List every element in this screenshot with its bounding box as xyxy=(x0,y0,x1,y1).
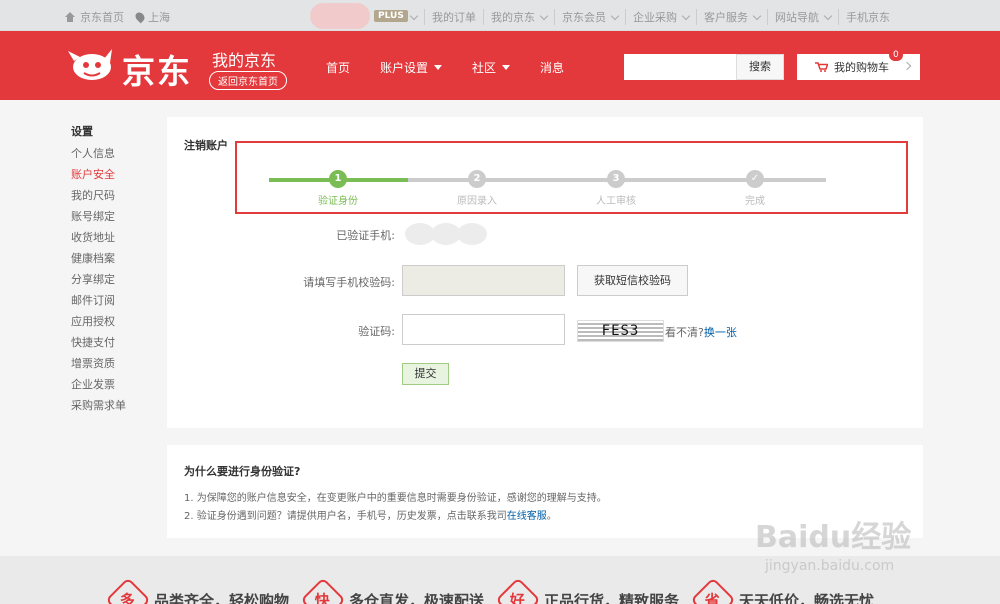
link-my-orders[interactable]: 我的订单 xyxy=(424,9,483,25)
captcha-image[interactable]: FES3 xyxy=(577,320,664,342)
sidebar-item-purchase-request[interactable]: 采购需求单 xyxy=(71,399,161,420)
link-enterprise[interactable]: 企业采购 xyxy=(625,9,696,25)
promo-icon: 省 xyxy=(690,577,736,604)
step-verify-identity: 1 验证身份 xyxy=(298,170,378,207)
chevron-down-icon xyxy=(823,11,833,20)
promo-item: 好 正品行货，精致服务 xyxy=(495,577,679,604)
jd-dog-logo-icon[interactable] xyxy=(66,47,116,85)
sidebar-item-company-invoice[interactable]: 企业发票 xyxy=(71,378,161,399)
promo-item: 多 品类齐全，轻松购物 xyxy=(105,577,289,604)
search-button[interactable]: 搜索 xyxy=(736,54,784,80)
sidebar-item-account-security[interactable]: 账户安全 xyxy=(71,168,161,189)
plus-badge[interactable]: PLUS xyxy=(374,10,408,22)
sidebar-item-share-binding[interactable]: 分享绑定 xyxy=(71,273,161,294)
header: 京东 我的京东 返回京东首页 首页 账户设置 社区 消息 搜索 我的购物车 0 xyxy=(0,31,1000,100)
sidebar-item-my-size[interactable]: 我的尺码 xyxy=(71,189,161,210)
chevron-down-icon xyxy=(409,11,419,20)
captcha-label: 验证码: xyxy=(358,325,395,338)
link-my-jd[interactable]: 我的京东 xyxy=(483,9,554,25)
step-reason-entry: 2 原因录入 xyxy=(437,170,517,207)
link-customer-service[interactable]: 客户服务 xyxy=(696,9,767,25)
sms-code-label: 请填写手机校验码: xyxy=(303,276,395,289)
top-bar-left: 京东首页 上海 xyxy=(64,9,170,25)
cancel-account-panel: 注销账户 1 验证身份 2 原因录入 3 人工审核 ✓ 完成 已验证手机: 请填… xyxy=(167,117,923,428)
link-site-nav[interactable]: 网站导航 xyxy=(767,9,838,25)
top-bar: 京东首页 上海 PLUS 我的订单 我的京东 京东会员 企业采购 客户服务 网站… xyxy=(0,0,1000,31)
sidebar-item-email-subscription[interactable]: 邮件订阅 xyxy=(71,294,161,315)
check-icon: ✓ xyxy=(746,170,764,188)
footer-promos: 多 品类齐全，轻松购物 快 多仓直发，极速配送 好 正品行货，精致服务 省 天天… xyxy=(0,556,1000,604)
submit-button[interactable]: 提交 xyxy=(402,363,449,385)
promo-icon: 多 xyxy=(105,577,151,604)
caret-down-icon xyxy=(434,65,443,70)
captcha-hint: 看不清?换一张 xyxy=(665,326,737,339)
promo-icon: 快 xyxy=(300,577,346,604)
refresh-captcha-link[interactable]: 换一张 xyxy=(704,326,737,339)
nav-account-settings[interactable]: 账户设置 xyxy=(380,59,443,76)
chevron-down-icon xyxy=(539,11,549,20)
sidebar-item-address[interactable]: 收货地址 xyxy=(71,231,161,252)
verification-explanation: 为什么要进行身份验证? 1. 为保障您的账户信息安全，在变更账户中的重要信息时需… xyxy=(167,445,923,538)
sidebar-item-quick-pay[interactable]: 快捷支付 xyxy=(71,336,161,357)
home-link[interactable]: 京东首页 xyxy=(80,9,124,25)
cart-label: 我的购物车 xyxy=(834,61,889,74)
chevron-down-icon xyxy=(681,11,691,20)
captcha-input[interactable] xyxy=(402,314,565,345)
step-manual-review: 3 人工审核 xyxy=(576,170,656,207)
sidebar-item-personal-info[interactable]: 个人信息 xyxy=(71,147,161,168)
main-nav: 首页 账户设置 社区 消息 xyxy=(326,59,594,76)
sms-code-input[interactable] xyxy=(402,265,565,296)
sidebar-title: 设置 xyxy=(71,125,93,138)
cart-button[interactable]: 我的购物车 0 xyxy=(797,49,920,80)
online-service-link[interactable]: 在线客服 xyxy=(507,511,547,522)
sidebar-item-health-record[interactable]: 健康档案 xyxy=(71,252,161,273)
cart-icon xyxy=(815,62,828,72)
nav-home[interactable]: 首页 xyxy=(326,59,350,76)
verified-phone-label: 已验证手机: xyxy=(336,229,395,242)
search-input[interactable] xyxy=(624,54,736,80)
jd-logo-text[interactable]: 京东 xyxy=(122,45,192,93)
verified-phone-value-blurred xyxy=(405,223,503,247)
get-sms-code-button[interactable]: 获取短信校验码 xyxy=(577,265,688,296)
home-icon xyxy=(64,12,76,22)
caret-down-icon xyxy=(502,65,511,70)
nav-messages[interactable]: 消息 xyxy=(540,59,564,76)
settings-sidebar: 设置 个人信息 账户安全 我的尺码 账号绑定 收货地址 健康档案 分享绑定 邮件… xyxy=(71,123,161,420)
promo-item: 省 天天低价，畅选无忧 xyxy=(690,577,874,604)
chevron-right-icon xyxy=(902,61,912,71)
sidebar-item-vat-qualification[interactable]: 增票资质 xyxy=(71,357,161,378)
promo-item: 快 多仓直发，极速配送 xyxy=(300,577,484,604)
chevron-down-icon xyxy=(752,11,762,20)
sidebar-item-account-binding[interactable]: 账号绑定 xyxy=(71,210,161,231)
page-title: 注销账户 xyxy=(184,139,228,152)
sidebar-item-app-authorization[interactable]: 应用授权 xyxy=(71,315,161,336)
back-home-button[interactable]: 返回京东首页 xyxy=(209,71,287,90)
why-line-2: 2. 验证身份遇到问题？请提供用户名，手机号，历史发票，点击联系我司在线客服。 xyxy=(184,511,557,522)
step-complete: ✓ 完成 xyxy=(715,170,795,207)
location-pin-icon xyxy=(133,10,147,24)
link-mobile-jd[interactable]: 手机京东 xyxy=(838,9,897,25)
chevron-down-icon xyxy=(610,11,620,20)
my-jd-title[interactable]: 我的京东 xyxy=(212,47,276,71)
progress-steps: 1 验证身份 2 原因录入 3 人工审核 ✓ 完成 xyxy=(235,141,908,214)
link-membership[interactable]: 京东会员 xyxy=(554,9,625,25)
location-selector[interactable]: 上海 xyxy=(148,9,170,25)
username-blurred[interactable] xyxy=(310,3,370,29)
nav-community[interactable]: 社区 xyxy=(472,59,511,76)
cart-count-badge: 0 xyxy=(889,49,903,61)
plus-dropdown[interactable] xyxy=(405,9,424,25)
top-bar-links: 我的订单 我的京东 京东会员 企业采购 客户服务 网站导航 手机京东 xyxy=(405,9,897,25)
promo-icon: 好 xyxy=(495,577,541,604)
why-title: 为什么要进行身份验证? xyxy=(184,465,301,478)
why-line-1: 1. 为保障您的账户信息安全，在变更账户中的重要信息时需要身份验证，感谢您的理解… xyxy=(184,493,607,504)
